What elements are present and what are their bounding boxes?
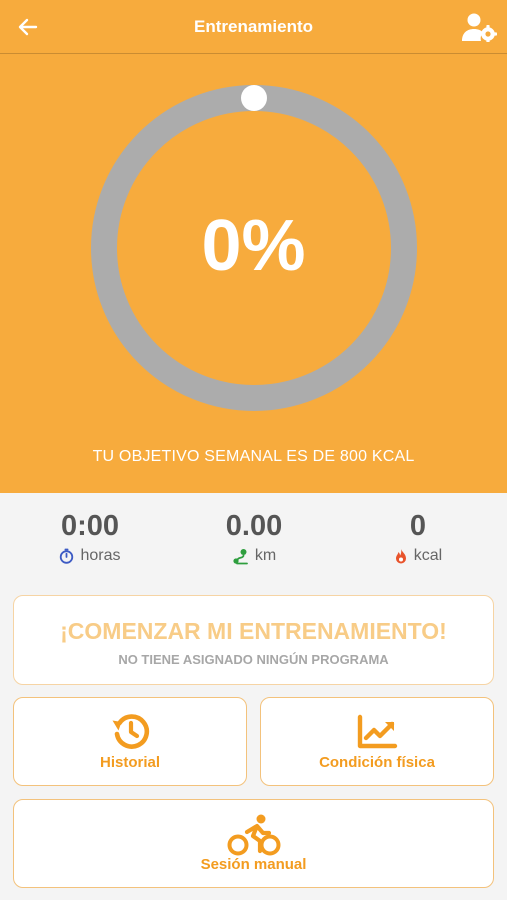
- stat-calories-label: kcal: [413, 547, 443, 564]
- stat-distance-label: km: [254, 547, 277, 564]
- start-training-title: ¡COMENZAR MI ENTRENAMIENTO!: [60, 618, 447, 644]
- start-training-button[interactable]: ¡COMENZAR MI ENTRENAMIENTO! NO TIENE ASI…: [13, 595, 494, 685]
- progress-percent: 0%: [201, 206, 306, 286]
- fitness-condition-label: Condición física: [319, 754, 435, 771]
- stat-distance-value: 0.00: [225, 510, 283, 542]
- stat-calories-value: 0: [409, 510, 427, 542]
- flame-icon: [395, 548, 406, 563]
- ring-knob: [241, 85, 267, 111]
- history-button[interactable]: Historial: [13, 697, 247, 786]
- stat-hours-label: horas: [80, 547, 121, 564]
- stat-calories: 0 kcal: [338, 510, 498, 565]
- stat-hours-value: 0:00: [60, 510, 120, 542]
- weekly-goal-text: TU OBJETIVO SEMANAL ES DE 800 KCAL: [92, 448, 415, 465]
- route-icon: [233, 548, 248, 564]
- progress-header: Entrenamiento 0% TU OBJETIVO SEMANAL ES …: [0, 0, 507, 493]
- history-icon: [112, 714, 150, 749]
- history-label: Historial: [99, 754, 160, 771]
- manual-session-button[interactable]: Sesión manual: [13, 799, 494, 888]
- stopwatch-icon: [60, 548, 74, 564]
- manual-session-label: Sesión manual: [200, 856, 307, 873]
- bicycle-icon: [227, 814, 280, 856]
- fitness-condition-button[interactable]: Condición física: [260, 697, 494, 786]
- start-training-subtitle: NO TIENE ASIGNADO NINGÚN PROGRAMA: [118, 652, 389, 667]
- chart-trend-icon: [357, 714, 398, 749]
- stat-hours: 0:00 horas: [10, 510, 170, 565]
- stat-distance: 0.00 km: [174, 510, 334, 565]
